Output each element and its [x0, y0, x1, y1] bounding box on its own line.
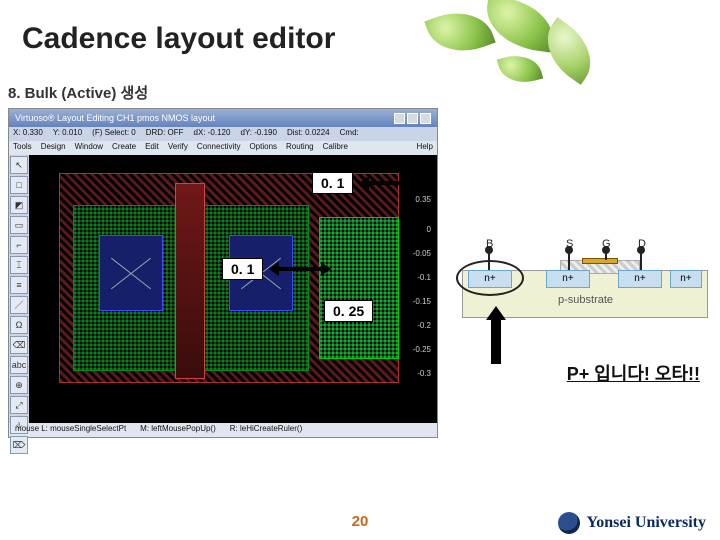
dimension-side-value: 0. 25 — [324, 300, 373, 322]
shield-icon — [558, 512, 580, 534]
highlight-circle-icon — [456, 260, 524, 296]
dimension-mid-value: 0. 1 — [222, 258, 263, 280]
ruler-tick: -0.2 — [417, 321, 431, 330]
maximize-icon[interactable] — [407, 113, 418, 124]
dimension-top-value: 0. 1 — [312, 172, 353, 194]
page-number: 20 — [352, 513, 369, 530]
typo-note: P+ 입니다! 오타!! — [567, 360, 700, 386]
hint-middle: M: leftMousePopUp() — [140, 424, 216, 436]
menu-connectivity[interactable]: Connectivity — [197, 142, 241, 154]
menu-options[interactable]: Options — [249, 142, 277, 154]
university-logo: Yonsei University — [558, 512, 706, 534]
menu-design[interactable]: Design — [41, 142, 66, 154]
page-title: Cadence layout editor — [22, 22, 335, 56]
status-cmd: Cmd: — [340, 128, 359, 140]
menu-edit[interactable]: Edit — [145, 142, 159, 154]
ruler-tick: 0.35 — [415, 195, 431, 204]
tool-select-icon[interactable]: ↖ — [10, 156, 28, 174]
double-arrow-horizontal-icon — [269, 262, 331, 276]
cadence-hint-bar: mouse L: mouseSingleSelectPt M: leftMous… — [9, 423, 437, 437]
layer-active-left — [99, 235, 163, 311]
tool-path-icon[interactable]: ⌐ — [10, 236, 28, 254]
menu-window[interactable]: Window — [75, 142, 103, 154]
dimension-mid: 0. 1 — [222, 258, 331, 280]
ruler-tick: -0.1 — [417, 273, 431, 282]
ruler-tick: -0.05 — [413, 249, 431, 258]
tool-move-icon[interactable]: ⤢ — [10, 396, 28, 414]
cadence-window-title: Virtuoso® Layout Editing CH1 pmos NMOS l… — [15, 113, 215, 123]
diffusion-extra: n+ — [670, 270, 702, 288]
ruler-tick: -0.15 — [413, 297, 431, 306]
menu-create[interactable]: Create — [112, 142, 136, 154]
tool-inst-icon[interactable]: Ω — [10, 316, 28, 334]
pin-d — [640, 250, 642, 270]
double-arrow-horizontal-icon — [359, 176, 429, 190]
diffusion-source: n+ — [546, 270, 590, 288]
menu-calibre[interactable]: Calibre — [323, 142, 348, 154]
tool-stretch-icon[interactable]: ⌶ — [10, 256, 28, 274]
dimension-side: 0. 25 — [324, 300, 373, 322]
layout-canvas[interactable]: 0.35 0 -0.05 -0.1 -0.15 -0.2 -0.25 -0.3 — [29, 155, 437, 423]
double-arrow-vertical-icon — [398, 206, 414, 336]
cadence-titlebar[interactable]: Virtuoso® Layout Editing CH1 pmos NMOS l… — [9, 109, 437, 127]
cadence-menu-bar: Tools Design Window Create Edit Verify C… — [9, 141, 437, 155]
tool-delete-icon[interactable]: ⌫ — [10, 336, 28, 354]
diffusion-drain: n+ — [618, 270, 662, 288]
tool-misc-icon[interactable]: ⌦ — [10, 436, 28, 454]
cadence-tool-palette: ↖ □ ◩ ▭ ⌐ ⌶ ≡ ／ Ω ⌫ abc ⊕ ⤢ ⎀ ⌦ — [9, 155, 29, 423]
gate-oxide — [582, 258, 618, 264]
slide-leaves-decoration — [390, 0, 650, 90]
menu-routing[interactable]: Routing — [286, 142, 314, 154]
ruler-tick: -0.3 — [417, 369, 431, 378]
tool-label-icon[interactable]: abc — [10, 356, 28, 374]
status-drd: DRD: OFF — [146, 128, 184, 140]
step-subtitle: 8. Bulk (Active) 생성 — [8, 82, 148, 103]
dimension-top: 0. 1 — [312, 172, 429, 194]
tool-via-icon[interactable]: ⊕ — [10, 376, 28, 394]
close-icon[interactable] — [420, 113, 431, 124]
status-dist: Dist: 0.0224 — [287, 128, 330, 140]
menu-help[interactable]: Help — [417, 142, 433, 154]
substrate-label: p-substrate — [558, 294, 613, 306]
menu-tools[interactable]: Tools — [13, 142, 32, 154]
pointer-arrow-icon — [484, 306, 508, 364]
pin-s — [568, 250, 570, 270]
layer-bulk-active — [319, 217, 399, 359]
status-x: X: 0.330 — [13, 128, 43, 140]
status-dx: dX: -0.120 — [194, 128, 231, 140]
pin-g — [605, 250, 607, 260]
status-select: (F) Select: 0 — [92, 128, 136, 140]
cadence-status-bar: X: 0.330 Y: 0.010 (F) Select: 0 DRD: OFF… — [9, 127, 437, 141]
menu-verify[interactable]: Verify — [168, 142, 188, 154]
tool-align-icon[interactable]: ≡ — [10, 276, 28, 294]
tool-rect2-icon[interactable]: ◩ — [10, 196, 28, 214]
tool-rect3-icon[interactable]: ▭ — [10, 216, 28, 234]
status-y: Y: 0.010 — [53, 128, 82, 140]
tool-rect1-icon[interactable]: □ — [10, 176, 28, 194]
ruler-tick: -0.25 — [413, 345, 431, 354]
hint-left: mouse L: mouseSingleSelectPt — [15, 424, 126, 436]
tool-wire-icon[interactable]: ／ — [10, 296, 28, 314]
ruler-tick: 0 — [427, 225, 431, 234]
hint-right: R: leHiCreateRuler() — [230, 424, 302, 436]
status-dy: dY: -0.190 — [240, 128, 276, 140]
layer-poly-gate — [175, 183, 205, 379]
minimize-icon[interactable] — [394, 113, 405, 124]
university-name: Yonsei University — [586, 514, 706, 532]
